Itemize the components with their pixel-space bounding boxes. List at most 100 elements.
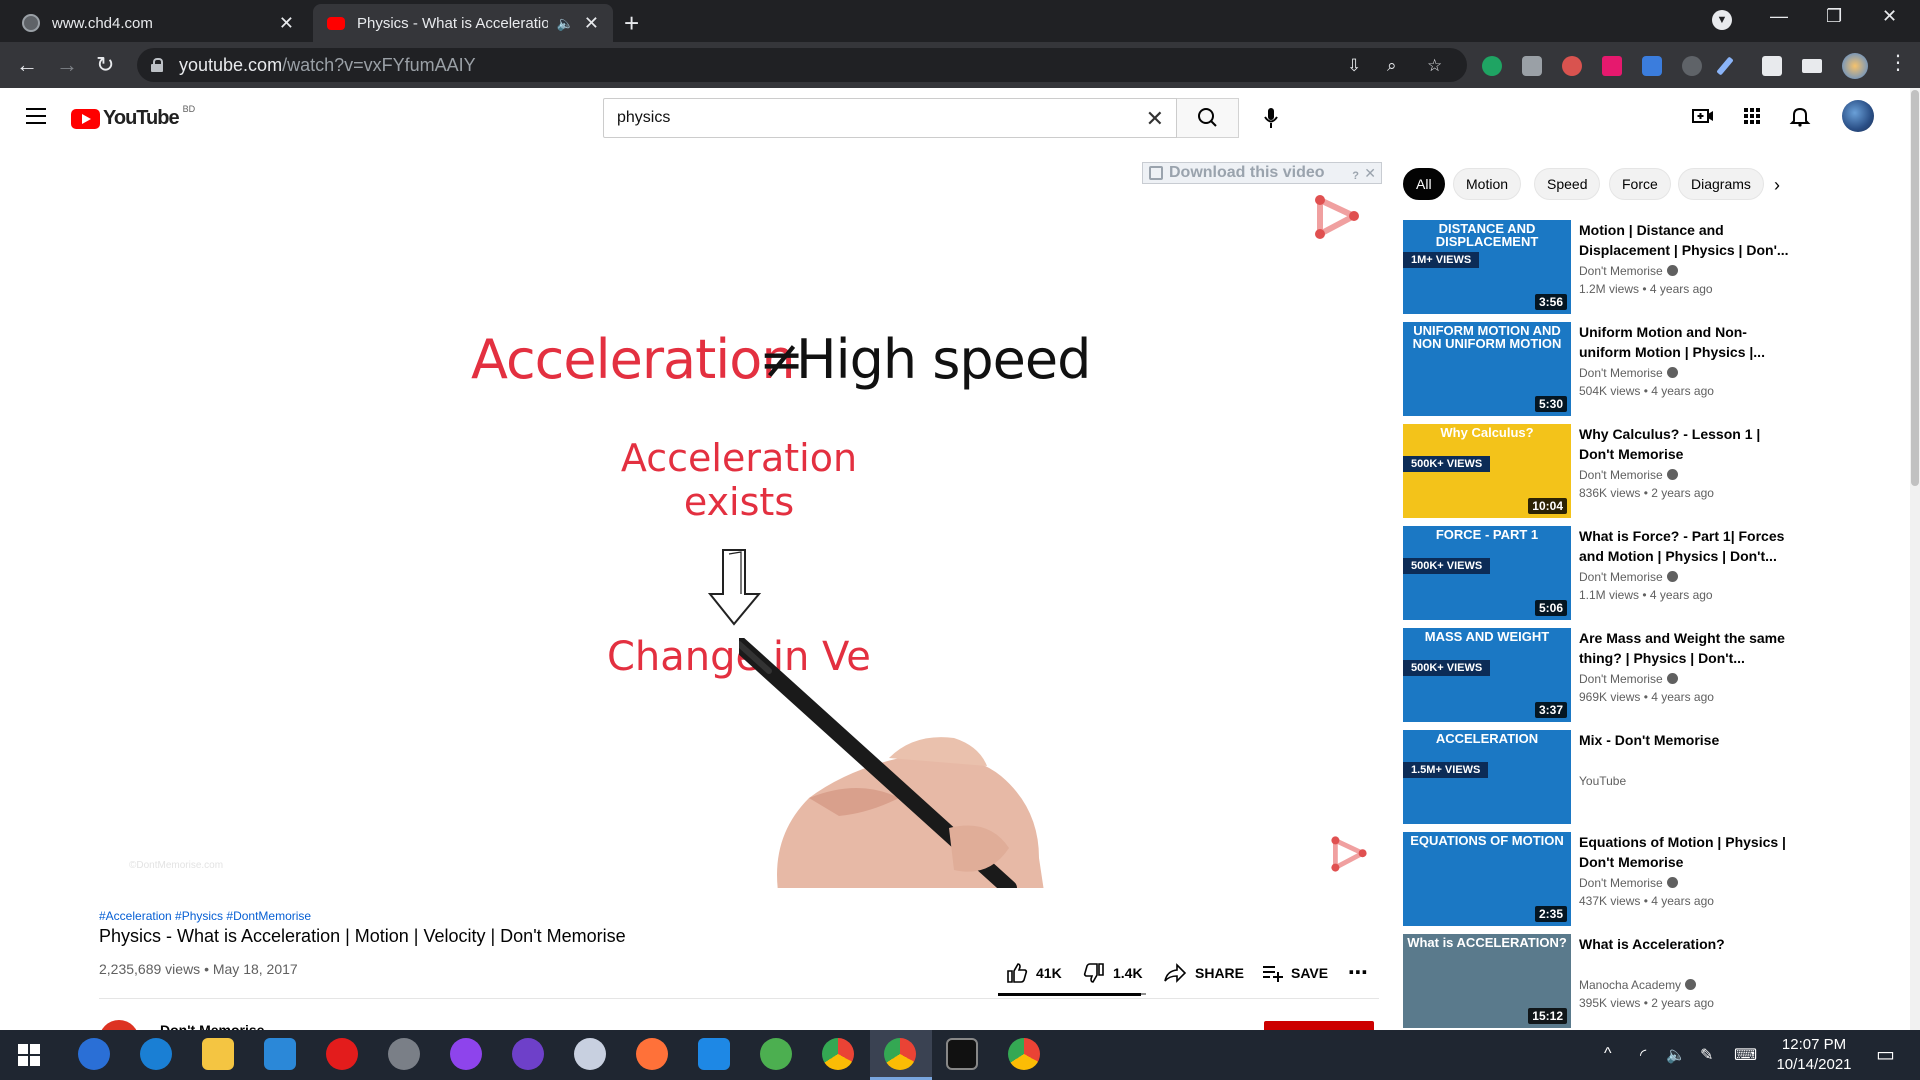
channel-logo-icon[interactable]	[1312, 192, 1362, 242]
grammarly-extension-icon[interactable]	[1482, 56, 1502, 76]
reload-icon[interactable]: ↻	[96, 52, 114, 78]
recommendation-title[interactable]: Are Mass and Weight the same thing? | Ph…	[1579, 628, 1789, 668]
close-banner-icon[interactable]: ✕	[1364, 163, 1376, 183]
extension-icon[interactable]	[1562, 56, 1582, 76]
recommendation-title[interactable]: What is Acceleration?	[1579, 934, 1789, 954]
media-queue-icon[interactable]	[1802, 59, 1822, 73]
scrollbar-thumb[interactable]	[1911, 90, 1919, 486]
video-thumbnail[interactable]: UNIFORM MOTION AND NON UNIFORM MOTION 5:…	[1403, 322, 1571, 416]
recommendation-title[interactable]: Mix - Don't Memorise	[1579, 730, 1789, 750]
filter-chip[interactable]: Speed	[1534, 168, 1601, 200]
recommendation-channel[interactable]: Don't Memorise	[1579, 264, 1678, 278]
clear-search-icon[interactable]: ✕	[1146, 106, 1164, 132]
apps-grid-icon[interactable]	[1740, 104, 1764, 128]
dislike-button[interactable]: 1.4K	[1083, 962, 1143, 984]
recommendation-title[interactable]: Equations of Motion | Physics | Don't Me…	[1579, 832, 1789, 872]
filter-chip[interactable]: Diagrams	[1678, 168, 1764, 200]
edge-taskbar-icon[interactable]	[140, 1038, 172, 1070]
volume-icon[interactable]: 🔈	[1666, 1045, 1686, 1065]
more-actions-icon[interactable]: ⋯	[1348, 960, 1368, 985]
recommendation-item[interactable]: FORCE - PART 1 500K+ VIEWS 5:06 What is F…	[1403, 526, 1803, 620]
tab-chd4[interactable]: www.chd4.com ✕	[8, 4, 308, 42]
profile-avatar-icon[interactable]	[1842, 53, 1868, 79]
tab-search-icon[interactable]: ▼	[1712, 10, 1732, 30]
recommendation-channel[interactable]: Don't Memorise	[1579, 570, 1678, 584]
recommendation-item[interactable]: EQUATIONS OF MOTION 2:35 Equations of Mo…	[1403, 832, 1803, 926]
recommendation-item[interactable]: MASS AND WEIGHT 500K+ VIEWS 3:37 Are Mass…	[1403, 628, 1803, 722]
touch-keyboard-icon[interactable]: ⌨	[1734, 1045, 1757, 1065]
recommendation-item[interactable]: DISTANCE AND DISPLACEMENT 1M+ VIEWS 3:56 …	[1403, 220, 1803, 314]
recommendation-channel[interactable]: Don't Memorise	[1579, 468, 1678, 482]
forward-icon[interactable]: →	[56, 52, 78, 78]
browser-menu-icon[interactable]: ⋮	[1888, 50, 1908, 74]
notifications-bell-icon[interactable]	[1788, 104, 1812, 128]
filter-chip[interactable]: All	[1403, 168, 1445, 200]
video-thumbnail[interactable]: Why Calculus? 500K+ VIEWS 10:04	[1403, 424, 1571, 518]
close-window-icon[interactable]: ✕	[1882, 6, 1897, 27]
recommendation-channel[interactable]: Manocha Academy	[1579, 978, 1697, 992]
search-button[interactable]	[1177, 98, 1239, 138]
file-explorer-taskbar-icon[interactable]	[202, 1038, 234, 1070]
windows-start-icon[interactable]	[18, 1044, 40, 1066]
close-tab-icon[interactable]: ✕	[584, 13, 599, 34]
pen-workspace-icon[interactable]: ✎	[1700, 1045, 1713, 1065]
vscode-taskbar-icon[interactable]	[698, 1038, 730, 1070]
chrome-taskbar-icon[interactable]	[822, 1038, 854, 1070]
recommendation-item[interactable]: What is ACCELERATION? 15:12 What is Acce…	[1403, 934, 1803, 1028]
recommendation-item[interactable]: ACCELERATION 1.5M+ VIEWS Mix - Don't Mem…	[1403, 730, 1803, 824]
download-extension-icon[interactable]	[1642, 56, 1662, 76]
system-clock[interactable]: 12:07 PM 10/14/2021	[1774, 1035, 1854, 1075]
recommendation-channel[interactable]: Don't Memorise	[1579, 876, 1678, 890]
zoom-icon[interactable]: ⌕	[1387, 56, 1397, 76]
satellite-taskbar-icon[interactable]	[388, 1038, 420, 1070]
puzzle-extensions-icon[interactable]	[1762, 56, 1782, 76]
video-hashtags[interactable]: #Acceleration #Physics #DontMemorise	[99, 909, 311, 923]
mail-taskbar-icon[interactable]	[264, 1038, 296, 1070]
share-button[interactable]: SHARE	[1163, 962, 1244, 984]
close-tab-icon[interactable]: ✕	[279, 13, 294, 34]
video-player[interactable]: Acceleration ≠ High speed Acceleration e…	[99, 168, 1379, 888]
search-input[interactable]: physics ✕	[603, 98, 1177, 138]
branding-watermark-icon[interactable]	[1329, 834, 1369, 874]
paint-taskbar-icon[interactable]	[574, 1038, 606, 1070]
play-extension-icon[interactable]	[1602, 56, 1622, 76]
video-thumbnail[interactable]: What is ACCELERATION? 15:12	[1403, 934, 1571, 1028]
earth-taskbar-icon[interactable]	[760, 1038, 792, 1070]
youtube-logo[interactable]: YouTube BD	[71, 104, 195, 130]
filter-chip[interactable]: Force	[1609, 168, 1671, 200]
account-avatar[interactable]	[1842, 100, 1874, 132]
download-video-banner[interactable]: Download this video ? ✕	[1142, 162, 1382, 184]
extension-icon[interactable]	[1682, 56, 1702, 76]
new-tab-icon[interactable]: +	[624, 8, 639, 39]
recommendation-item[interactable]: Why Calculus? 500K+ VIEWS 10:04 Why Calcu…	[1403, 424, 1803, 518]
like-button[interactable]: 41K	[1006, 962, 1062, 984]
minimize-icon[interactable]: —	[1770, 6, 1788, 27]
save-button[interactable]: SAVE	[1261, 962, 1328, 984]
install-icon[interactable]: ⇩	[1347, 56, 1361, 76]
voice-search-button[interactable]	[1253, 100, 1289, 136]
back-icon[interactable]: ←	[16, 52, 38, 78]
bookmark-star-icon[interactable]: ☆	[1427, 56, 1442, 76]
tab-youtube[interactable]: Physics - What is Acceleratio 🔈 ✕	[313, 4, 613, 42]
chrome-profile-taskbar-icon[interactable]	[1008, 1038, 1040, 1070]
create-video-icon[interactable]	[1691, 104, 1715, 128]
lock-icon[interactable]	[151, 58, 163, 72]
show-hidden-icons-icon[interactable]: ^	[1604, 1045, 1612, 1063]
menu-icon[interactable]	[26, 108, 46, 124]
firefox-taskbar-icon[interactable]	[636, 1038, 668, 1070]
recommendation-title[interactable]: Why Calculus? - Lesson 1 | Don't Memoris…	[1579, 424, 1789, 464]
audio-playing-icon[interactable]: 🔈	[556, 15, 573, 32]
notification-center-icon[interactable]: ▭	[1876, 1042, 1895, 1067]
chrome-active-taskbar-icon[interactable]	[884, 1038, 916, 1070]
github-taskbar-icon[interactable]	[512, 1038, 544, 1070]
terminal-taskbar-icon[interactable]	[946, 1038, 978, 1070]
recommendation-title[interactable]: Uniform Motion and Non-uniform Motion | …	[1579, 322, 1789, 362]
recommendation-channel[interactable]: Don't Memorise	[1579, 366, 1678, 380]
qbittorrent-taskbar-icon[interactable]	[78, 1038, 110, 1070]
help-icon[interactable]: ?	[1352, 166, 1359, 186]
video-thumbnail[interactable]: MASS AND WEIGHT 500K+ VIEWS 3:37	[1403, 628, 1571, 722]
recommendation-item[interactable]: UNIFORM MOTION AND NON UNIFORM MOTION 5:…	[1403, 322, 1803, 416]
opera-taskbar-icon[interactable]	[326, 1038, 358, 1070]
recommendation-channel[interactable]: Don't Memorise	[1579, 672, 1678, 686]
messenger-taskbar-icon[interactable]	[450, 1038, 482, 1070]
